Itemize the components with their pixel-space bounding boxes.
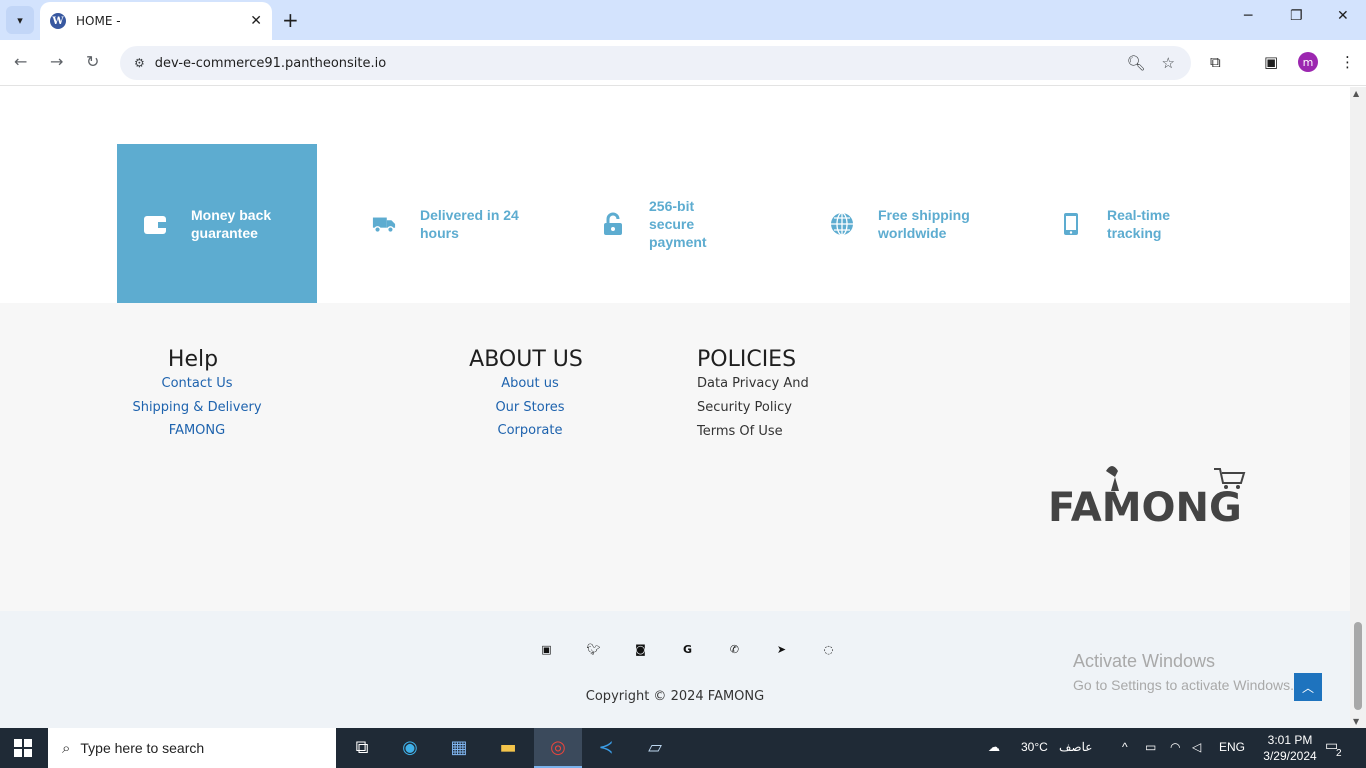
activate-windows-title: Activate Windows xyxy=(1073,651,1216,671)
feature-tracking: Real-time tracking xyxy=(1033,144,1233,303)
help-column: Help Contact Us Shipping & Delivery FAMO… xyxy=(124,347,270,443)
feature-label: Free shipping worldwide xyxy=(878,206,970,241)
reload-button[interactable]: ↻ xyxy=(86,52,99,71)
whatsapp-icon[interactable]: ◌ xyxy=(805,643,852,656)
features-strip: Money back guarantee Delivered in 24 hou… xyxy=(0,87,1350,303)
side-panel-icon[interactable]: ▣ xyxy=(1264,53,1278,71)
instagram-icon[interactable]: ◙ xyxy=(617,643,664,656)
feature-secure-payment: 256-bit secure payment xyxy=(575,144,775,303)
globe-icon xyxy=(830,211,854,236)
famong-link[interactable]: FAMONG xyxy=(124,419,270,443)
temperature[interactable]: 30°C xyxy=(1021,740,1048,754)
new-tab-button[interactable]: + xyxy=(282,8,299,32)
wordpress-icon: W xyxy=(50,13,66,29)
feature-delivery: Delivered in 24 hours xyxy=(346,144,546,303)
svg-text:FAMONG: FAMONG xyxy=(1048,485,1242,529)
profile-avatar[interactable]: m xyxy=(1298,52,1318,72)
language-indicator[interactable]: ENG xyxy=(1219,740,1245,754)
restore-button[interactable]: ❐ xyxy=(1290,8,1303,24)
extensions-icon[interactable]: ⧉ xyxy=(1210,53,1221,71)
url-text[interactable]: dev-e-commerce91.pantheonsite.io xyxy=(155,56,1127,71)
telegram-icon[interactable]: ➤ xyxy=(758,643,805,656)
scroll-to-top-button[interactable]: ︿ xyxy=(1294,673,1322,701)
phone-icon[interactable]: ✆ xyxy=(711,643,758,656)
notes-app-icon[interactable]: ▱ xyxy=(643,736,667,760)
shipping-delivery-link[interactable]: Shipping & Delivery xyxy=(124,396,270,420)
policies-title: POLICIES xyxy=(697,347,797,372)
facebook-icon[interactable]: ▣ xyxy=(523,643,570,656)
taskbar-clock[interactable]: 3:01 PM 3/29/2024 xyxy=(1255,732,1325,764)
close-window-button[interactable]: ✕ xyxy=(1337,8,1349,24)
famong-logo: FAMONG xyxy=(1048,466,1246,529)
about-us-link[interactable]: About us xyxy=(470,372,590,396)
clock-time: 3:01 PM xyxy=(1267,733,1313,747)
tray-overflow-icon[interactable]: ^ xyxy=(1122,740,1128,754)
volume-icon[interactable]: ◁ xyxy=(1192,740,1201,754)
twitter-icon[interactable]: 🐦︎ xyxy=(570,643,617,656)
scroll-up-arrow-icon[interactable]: ▲ xyxy=(1353,89,1359,98)
chrome-icon[interactable]: ◎ xyxy=(546,736,570,760)
forward-button[interactable]: → xyxy=(50,52,63,71)
search-icon: ⌕ xyxy=(62,739,71,757)
tab-search-button[interactable]: ▾ xyxy=(6,6,34,34)
task-view-icon[interactable]: ⧉ xyxy=(350,736,374,760)
tab-title: HOME - xyxy=(76,14,121,28)
about-column: ABOUT US About us Our Stores Corporate xyxy=(469,347,590,443)
bookmark-star-icon[interactable]: ☆ xyxy=(1162,54,1175,72)
google-icon[interactable]: G xyxy=(664,643,711,656)
feature-free-shipping: Free shipping worldwide xyxy=(804,144,1004,303)
unlock-icon xyxy=(601,212,625,236)
notification-count: 2 xyxy=(1336,748,1342,759)
policies-column: POLICIES Data Privacy And Security Polic… xyxy=(697,347,857,444)
address-bar[interactable]: ⚙ dev-e-commerce91.pantheonsite.io 🔍︎ ☆ xyxy=(120,46,1191,80)
taskbar-search[interactable]: ⌕ Type here to search xyxy=(48,728,336,768)
terms-of-use-link[interactable]: Terms Of Use xyxy=(697,420,857,444)
windows-start-icon[interactable] xyxy=(14,739,32,757)
our-stores-link[interactable]: Our Stores xyxy=(470,396,590,420)
windows-taskbar: ⌕ Type here to search ⧉ ◉ ▦ ▬ ◎ ≺ ▱ ☁ 30… xyxy=(0,728,1366,768)
feature-label: Money back guarantee xyxy=(191,206,272,241)
search-placeholder: Type here to search xyxy=(80,740,205,756)
active-tab[interactable]: W HOME - ✕ xyxy=(40,2,272,40)
browser-toolbar: ← → ↻ ⚙ dev-e-commerce91.pantheonsite.io… xyxy=(0,40,1366,86)
feature-label: Real-time tracking xyxy=(1107,206,1171,241)
activate-windows-subtitle: Go to Settings to activate Windows. xyxy=(1073,677,1294,693)
weather-icon[interactable]: ☁ xyxy=(988,740,1000,754)
menu-icon[interactable]: ⋮ xyxy=(1340,53,1355,71)
vscode-icon[interactable]: ≺ xyxy=(594,736,618,760)
weather-text[interactable]: عاصف xyxy=(1059,740,1092,754)
mobile-icon xyxy=(1059,212,1083,236)
bottom-bar: ▣ 🐦︎ ◙ G ✆ ➤ ◌ Copyright © 2024 FAMONG A… xyxy=(0,611,1350,728)
tab-bar: ▾ W HOME - ✕ + ─ ❐ ✕ xyxy=(0,0,1366,40)
truck-icon xyxy=(372,212,396,236)
minimize-button[interactable]: ─ xyxy=(1244,8,1252,24)
about-title: ABOUT US xyxy=(469,347,583,372)
feature-label: 256-bit secure payment xyxy=(649,197,707,250)
contact-us-link[interactable]: Contact Us xyxy=(124,372,270,396)
page-scrollbar[interactable]: ▲ ▼ xyxy=(1350,87,1366,728)
close-tab-icon[interactable]: ✕ xyxy=(250,13,262,29)
site-info-icon[interactable]: ⚙ xyxy=(134,56,145,70)
edge-icon[interactable]: ◉ xyxy=(398,736,422,760)
file-explorer-icon[interactable]: ▬ xyxy=(496,736,520,760)
wifi-icon[interactable]: ◠ xyxy=(1170,740,1180,754)
zoom-icon[interactable]: 🔍︎ xyxy=(1127,54,1146,72)
battery-icon[interactable]: ▭ xyxy=(1145,740,1156,754)
feature-money-back: Money back guarantee xyxy=(117,144,317,303)
data-privacy-link[interactable]: Data Privacy And xyxy=(697,372,857,396)
back-button[interactable]: ← xyxy=(14,52,27,71)
feature-label: Delivered in 24 hours xyxy=(420,206,519,241)
security-policy-link[interactable]: Security Policy xyxy=(697,396,857,420)
footer: Help Contact Us Shipping & Delivery FAMO… xyxy=(0,303,1350,611)
scroll-down-arrow-icon[interactable]: ▼ xyxy=(1353,717,1359,726)
corporate-link[interactable]: Corporate xyxy=(470,419,590,443)
help-title: Help xyxy=(167,347,219,372)
social-links: ▣ 🐦︎ ◙ G ✆ ➤ ◌ xyxy=(523,643,852,656)
wallet-icon xyxy=(143,212,167,236)
clock-date: 3/29/2024 xyxy=(1263,749,1317,763)
scroll-thumb[interactable] xyxy=(1354,622,1362,710)
store-icon[interactable]: ▦ xyxy=(447,736,471,760)
page-content: Money back guarantee Delivered in 24 hou… xyxy=(0,87,1350,728)
